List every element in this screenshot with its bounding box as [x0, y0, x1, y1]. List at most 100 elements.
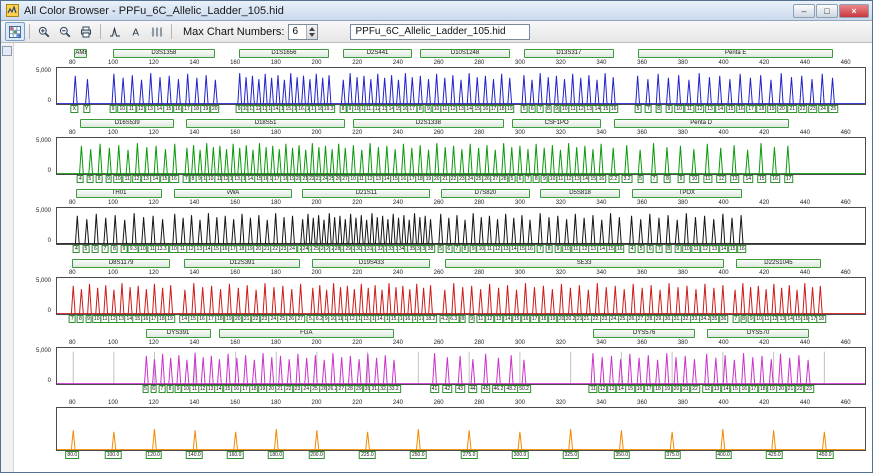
allele-label-box[interactable]: 9: [665, 105, 673, 113]
allele-label-box[interactable]: 19: [505, 105, 515, 113]
allele-label-box[interactable]: 10: [117, 105, 128, 113]
allele-label-box[interactable]: 16: [596, 175, 607, 183]
size-label-box[interactable]: 200.0: [308, 451, 325, 459]
allele-label-box[interactable]: 41: [429, 385, 440, 393]
allele-label-box[interactable]: 15: [159, 175, 170, 183]
allele-label-box[interactable]: 22: [794, 385, 805, 393]
allele-label-box[interactable]: 19: [200, 105, 211, 113]
allele-label-box[interactable]: 16: [634, 385, 645, 393]
title-bar[interactable]: All Color Browser - PPFu_6C_Allelic_Ladd…: [1, 1, 872, 21]
allele-label-box[interactable]: 12: [135, 105, 146, 113]
maximize-button[interactable]: □: [816, 3, 838, 18]
allele-label-box[interactable]: 23: [804, 385, 814, 393]
allele-label-box[interactable]: 8: [166, 385, 174, 393]
allele-label-box[interactable]: 8: [95, 175, 103, 183]
allele-label-box[interactable]: 5: [86, 175, 94, 183]
allele-label-box[interactable]: 10: [113, 175, 123, 183]
allele-label-box[interactable]: 9: [120, 245, 128, 253]
allele-label-box[interactable]: 18: [757, 385, 768, 393]
allele-label-box[interactable]: 11: [122, 175, 132, 183]
allele-label-box[interactable]: 21: [681, 385, 691, 393]
allele-label-box[interactable]: 22: [797, 105, 808, 113]
marker-label-d2s1338[interactable]: D2S1338: [353, 119, 504, 128]
marker-label-vwa[interactable]: vWA: [174, 189, 293, 198]
plot-area-red[interactable]: [56, 277, 866, 315]
allele-label-box[interactable]: 19: [766, 105, 777, 113]
allele-label-box[interactable]: 4: [628, 245, 636, 253]
close-button[interactable]: ×: [839, 3, 869, 18]
allele-label-box[interactable]: 24: [287, 245, 297, 253]
marker-label-amel[interactable]: AMEL: [74, 49, 87, 58]
allele-label-box[interactable]: 12: [694, 105, 705, 113]
allele-label-box[interactable]: 8: [545, 105, 552, 113]
label-button[interactable]: A: [126, 22, 146, 41]
allele-label-box[interactable]: 2.2: [608, 175, 620, 183]
allele-label-box[interactable]: 13: [709, 245, 720, 253]
allele-label-box[interactable]: 7: [68, 315, 76, 323]
allele-label-box[interactable]: 7: [732, 315, 740, 323]
size-label-box[interactable]: 400.0: [715, 451, 732, 459]
allele-label-box[interactable]: 9: [109, 105, 117, 113]
allele-label-box[interactable]: 22: [690, 385, 700, 393]
print-button[interactable]: [76, 22, 96, 41]
marker-label-tpox[interactable]: TPOX: [631, 189, 742, 198]
size-label-box[interactable]: 80.0: [65, 451, 80, 459]
size-label-box[interactable]: 120.0: [145, 451, 162, 459]
allele-label-box[interactable]: 6: [150, 385, 158, 393]
allele-label-box[interactable]: 16: [737, 245, 747, 253]
allele-label-box[interactable]: 13: [145, 105, 155, 113]
allele-label-box[interactable]: 15: [163, 105, 174, 113]
allele-label-box[interactable]: 28: [498, 175, 509, 183]
allele-label-box[interactable]: 12: [131, 175, 142, 183]
allele-label-box[interactable]: 4: [77, 175, 84, 183]
allele-label-box[interactable]: 17: [748, 385, 759, 393]
allele-label-box[interactable]: 15: [756, 175, 767, 183]
allele-label-box[interactable]: 18: [816, 315, 826, 323]
allele-label-box[interactable]: 8: [461, 245, 469, 253]
allele-label-box[interactable]: 9: [174, 385, 182, 393]
marker-label-dys391[interactable]: DYS391: [145, 329, 211, 338]
zoom-in-button[interactable]: [34, 22, 54, 41]
allele-label-box[interactable]: 16: [172, 105, 183, 113]
allele-label-box[interactable]: 8: [77, 315, 84, 323]
allele-label-box[interactable]: 10: [682, 245, 692, 253]
allele-label-box[interactable]: 13: [705, 105, 715, 113]
allele-label-box[interactable]: 8: [110, 245, 118, 253]
allele-label-box[interactable]: 46.2: [491, 385, 506, 393]
allele-label-box[interactable]: 5: [508, 175, 516, 183]
allele-label-box[interactable]: 42: [442, 385, 453, 393]
marker-label-csf1po[interactable]: CSF1PO: [511, 119, 602, 128]
size-label-box[interactable]: 300.0: [511, 451, 529, 459]
allele-label-box[interactable]: 15: [727, 245, 738, 253]
size-label-box[interactable]: 350.0: [613, 451, 631, 459]
allele-label-box[interactable]: 20: [777, 105, 787, 113]
allele-label-box[interactable]: 6: [445, 245, 453, 253]
allele-label-box[interactable]: 5: [142, 385, 149, 393]
allele-label-box[interactable]: 9: [105, 175, 112, 183]
marker-label-d8s1179[interactable]: D8S1179: [72, 259, 170, 268]
allele-label-box[interactable]: 14: [743, 175, 754, 183]
allele-label-box[interactable]: 6: [528, 105, 536, 113]
allele-label-box[interactable]: 13: [141, 175, 151, 183]
size-label-box[interactable]: 375.0: [664, 451, 681, 459]
size-label-box[interactable]: 425.0: [766, 451, 783, 459]
marker-label-d21s11[interactable]: D21S11: [302, 189, 431, 198]
allele-label-box[interactable]: 25: [828, 105, 839, 113]
allele-label-box[interactable]: 10: [138, 245, 148, 253]
allele-label-box[interactable]: 20: [776, 385, 787, 393]
allele-label-box[interactable]: 8: [665, 245, 672, 253]
allele-label-box[interactable]: 13: [607, 385, 617, 393]
allele-label-box[interactable]: 5: [634, 105, 642, 113]
marker-label-d5s818[interactable]: D5S818: [540, 189, 620, 198]
allele-label-box[interactable]: 10: [674, 105, 684, 113]
allele-label-box[interactable]: 8: [740, 315, 747, 323]
marker-label-d16s539[interactable]: D16S539: [80, 119, 175, 128]
allele-label-box[interactable]: 16: [736, 105, 746, 113]
allele-label-box[interactable]: 5: [520, 105, 528, 113]
allele-label-box[interactable]: 12: [700, 245, 710, 253]
marker-label-dys570[interactable]: DYS570: [707, 329, 809, 338]
allele-label-box[interactable]: 8: [532, 175, 540, 183]
marker-label-d7s820[interactable]: D7S820: [440, 189, 531, 198]
plot-area-orange[interactable]: [56, 407, 866, 451]
allele-label-box[interactable]: 18.2: [423, 315, 438, 323]
